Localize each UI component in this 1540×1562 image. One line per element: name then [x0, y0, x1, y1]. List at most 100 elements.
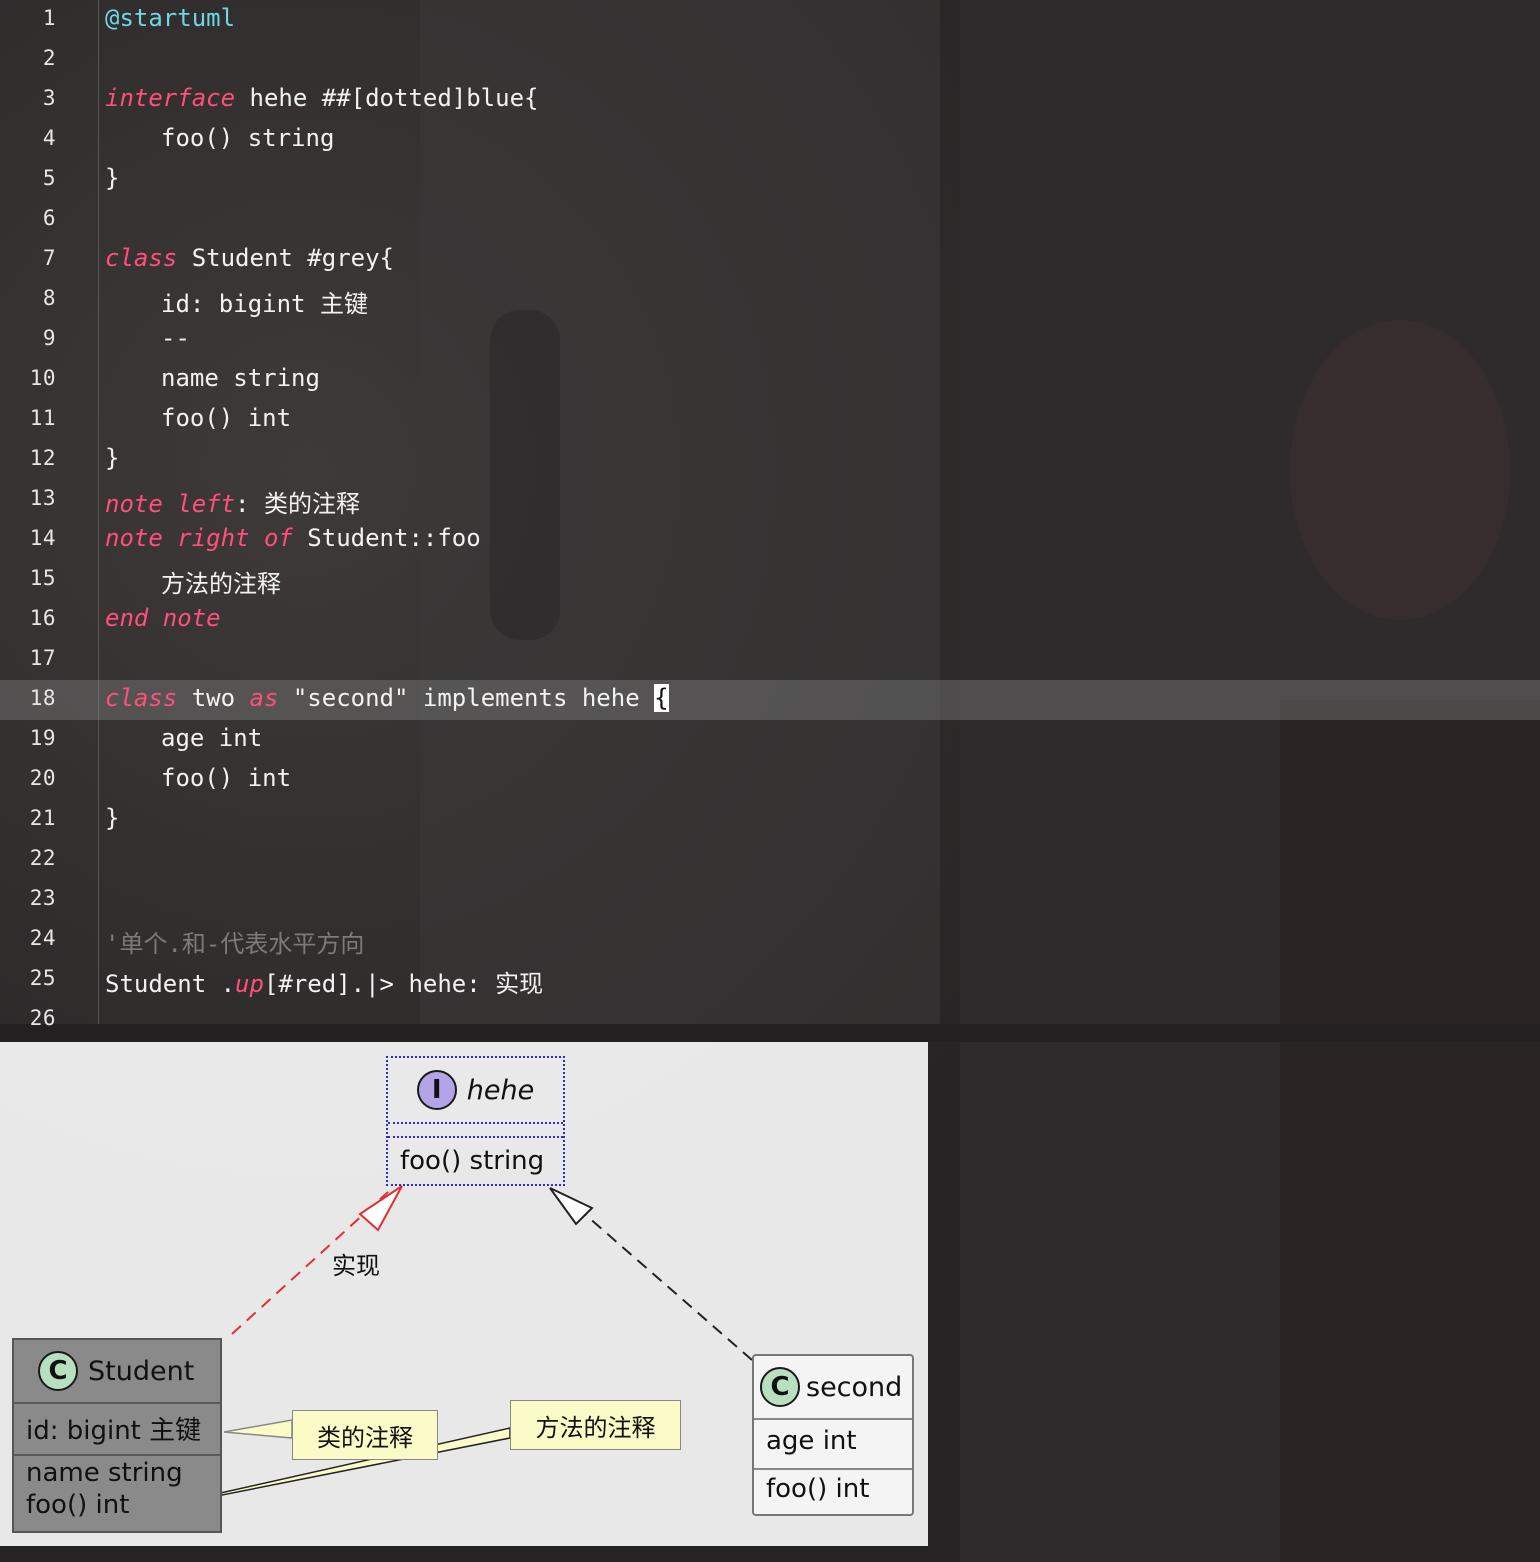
- line-number: 13: [29, 486, 56, 510]
- code-text: interface hehe ##[dotted]blue{: [105, 84, 538, 112]
- line-number: 2: [42, 46, 56, 70]
- line-number: 24: [29, 926, 56, 950]
- code-line[interactable]: 2: [0, 40, 1540, 80]
- code-line[interactable]: 21}: [0, 800, 1540, 840]
- code-line[interactable]: 11 foo() int: [0, 400, 1540, 440]
- code-token: note left: [105, 490, 236, 518]
- code-token: : 类的注释: [235, 490, 360, 518]
- code-text: 方法的注释: [105, 564, 281, 599]
- code-line[interactable]: 7 class Student #grey{: [0, 240, 1540, 280]
- class-second: C second age int foo() int: [752, 1354, 914, 1516]
- line-number: 22: [29, 846, 56, 870]
- code-text: foo() int: [105, 404, 291, 432]
- code-line[interactable]: 9 --: [0, 320, 1540, 360]
- code-token: }: [105, 444, 120, 472]
- code-text: foo() string: [105, 124, 334, 152]
- code-line[interactable]: 1 @startuml: [0, 0, 1540, 40]
- black-realization-edge: [579, 1209, 753, 1361]
- code-line[interactable]: 8 id: bigint 主键: [0, 280, 1540, 320]
- code-line[interactable]: 20 foo() int: [0, 760, 1540, 800]
- code-line[interactable]: 16 end note: [0, 600, 1540, 640]
- code-line[interactable]: 24 '单个.和-代表水平方向: [0, 920, 1540, 960]
- line-number: 6: [42, 206, 56, 230]
- code-token: '单个.和-代表水平方向: [105, 930, 365, 958]
- line-number: 17: [29, 646, 56, 670]
- code-line[interactable]: 3 interface hehe ##[dotted]blue{: [0, 80, 1540, 120]
- code-text: note left: 类的注释: [105, 484, 360, 519]
- code-text: end note: [105, 604, 221, 632]
- line-number: 5: [42, 166, 56, 190]
- interface-hehe: I hehe foo() string: [386, 1056, 565, 1186]
- student-member: foo() int: [26, 1490, 130, 1520]
- line-number: 7: [42, 246, 56, 270]
- note-text: 类的注释: [317, 1423, 413, 1452]
- code-line[interactable]: 15 方法的注释: [0, 560, 1540, 600]
- interface-member: foo() string: [400, 1146, 545, 1176]
- line-number: 10: [29, 366, 56, 390]
- note-text: 方法的注释: [535, 1413, 656, 1442]
- text-cursor: {: [654, 684, 669, 712]
- code-text: class Student #grey{: [105, 244, 394, 272]
- line-number: 3: [42, 86, 56, 110]
- code-line[interactable]: 19 age int: [0, 720, 1540, 760]
- code-line[interactable]: 13 note left: 类的注释: [0, 480, 1540, 520]
- code-text: age int: [105, 724, 262, 752]
- line-number: 20: [29, 766, 56, 790]
- code-line[interactable]: 25 Student .up[#red].|> hehe: 实现: [0, 960, 1540, 1000]
- code-line[interactable]: 4 foo() string: [0, 120, 1540, 160]
- line-number: 18: [29, 686, 56, 710]
- code-token: "second" implements hehe: [278, 684, 655, 712]
- code-token: @startuml: [105, 4, 236, 32]
- line-number: 1: [42, 6, 56, 30]
- line-number: 4: [42, 126, 56, 150]
- code-line[interactable]: 26: [0, 1000, 1540, 1040]
- code-text: }: [105, 444, 119, 472]
- code-token: up: [235, 970, 264, 998]
- line-number: 26: [29, 1006, 56, 1030]
- code-token: end note: [105, 604, 221, 632]
- note-class-comment: 类的注释: [292, 1410, 438, 1460]
- line-number: 15: [29, 566, 56, 590]
- code-text: '单个.和-代表水平方向: [105, 924, 364, 959]
- code-token: class: [105, 244, 178, 272]
- code-token: note right of: [105, 524, 293, 552]
- code-text: id: bigint 主键: [105, 284, 368, 319]
- code-text: foo() int: [105, 764, 291, 792]
- code-token: Student #grey{: [177, 244, 394, 272]
- code-line[interactable]: 23: [0, 880, 1540, 920]
- line-number: 19: [29, 726, 56, 750]
- code-line[interactable]: 14 note right of Student::foo: [0, 520, 1540, 560]
- note-method-comment: 方法的注释: [510, 1400, 681, 1450]
- code-token: age int: [161, 724, 263, 752]
- code-text: note right of Student::foo: [105, 524, 481, 552]
- interface-name: hehe: [466, 1074, 535, 1106]
- code-line[interactable]: 17: [0, 640, 1540, 680]
- class-name: Student: [88, 1355, 195, 1387]
- code-line[interactable]: 18 class two as "second" implements hehe …: [0, 680, 1540, 720]
- class-student: C Student id: bigint 主键 name string foo(…: [12, 1338, 222, 1533]
- line-number: 11: [29, 406, 56, 430]
- code-editor[interactable]: 1 @startuml 2 3 interface hehe ##[dotted]blu…: [0, 0, 1540, 1030]
- interface-badge-icon: I: [416, 1070, 457, 1110]
- code-token: foo() string: [161, 124, 335, 152]
- line-number: 9: [42, 326, 56, 350]
- code-line[interactable]: 6: [0, 200, 1540, 240]
- note1-connector: [223, 1419, 293, 1439]
- code-token: name string: [161, 364, 320, 392]
- code-token: hehe ##[dotted]blue{: [235, 84, 539, 112]
- second-field: age int: [766, 1426, 857, 1456]
- line-number: 8: [42, 286, 56, 310]
- code-text: class two as "second" implements hehe {: [105, 684, 669, 712]
- code-token: Student .: [105, 970, 236, 998]
- code-line[interactable]: 12}: [0, 440, 1540, 480]
- class-badge-icon: C: [38, 1351, 78, 1391]
- code-line[interactable]: 22: [0, 840, 1540, 880]
- line-number: 23: [29, 886, 56, 910]
- code-text: }: [105, 164, 119, 192]
- code-text: }: [105, 804, 119, 832]
- code-token: interface: [105, 84, 236, 112]
- code-token: foo() int: [161, 764, 292, 792]
- code-line[interactable]: 5}: [0, 160, 1540, 200]
- line-number: 14: [29, 526, 56, 550]
- code-line[interactable]: 10 name string: [0, 360, 1540, 400]
